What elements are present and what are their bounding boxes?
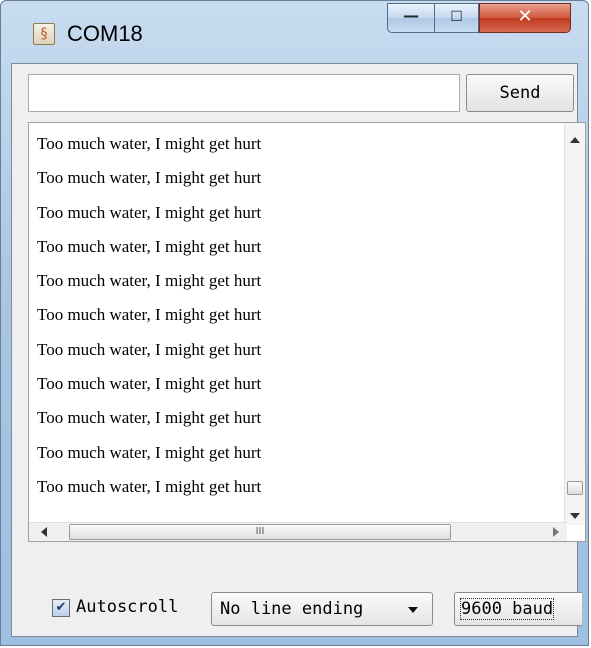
send-button[interactable]: Send (466, 74, 574, 112)
baud-rate-value: 9600 baud (459, 598, 555, 620)
output-line: Too much water, I might get hurt (37, 271, 262, 291)
scroll-right-arrow-icon[interactable] (553, 527, 559, 537)
autoscroll-label[interactable]: Autoscroll (76, 597, 178, 617)
close-button[interactable]: ✕ (479, 3, 571, 33)
serial-output[interactable]: Too much water, I might get hurt Too much… (28, 122, 586, 542)
serial-monitor-window: § COM18 — ☐ ✕ Send Too much water, I mig… (0, 0, 589, 646)
arduino-icon: § (33, 23, 55, 45)
output-line: Too much water, I might get hurt (37, 236, 262, 256)
footer-bar: ✔ Autoscroll No line ending 9600 baud (12, 586, 582, 632)
output-lines: Too much water, I might get hurt Too much… (37, 127, 261, 504)
output-line: Too much water, I might get hurt (37, 339, 262, 359)
maximize-button[interactable]: ☐ (435, 3, 479, 33)
scroll-left-arrow-icon[interactable] (41, 527, 47, 537)
title-bar[interactable]: § COM18 — ☐ ✕ (1, 1, 588, 61)
serial-monitor-panel: Send Too much water, I might get hurt Too… (11, 63, 586, 637)
output-line: Too much water, I might get hurt (37, 168, 262, 188)
line-ending-select[interactable]: No line ending (211, 592, 433, 626)
scroll-up-arrow-icon[interactable] (570, 137, 580, 143)
vertical-scrollbar[interactable] (564, 123, 585, 525)
line-ending-value: No line ending (220, 599, 364, 619)
vertical-scroll-thumb[interactable] (567, 481, 583, 495)
baud-rate-select[interactable]: 9600 baud (454, 592, 582, 626)
output-line: Too much water, I might get hurt (37, 374, 262, 394)
horizontal-scroll-thumb[interactable]: III (69, 524, 451, 540)
output-line: Too much water, I might get hurt (37, 134, 262, 153)
horizontal-scrollbar[interactable]: III (29, 522, 567, 541)
output-line: Too much water, I might get hurt (37, 305, 262, 325)
output-line: Too much water, I might get hurt (37, 408, 262, 428)
scroll-down-arrow-icon[interactable] (570, 513, 580, 519)
send-input[interactable] (28, 74, 460, 112)
minimize-button[interactable]: — (387, 3, 435, 33)
autoscroll-checkbox[interactable]: ✔ (52, 599, 70, 617)
output-line: Too much water, I might get hurt (37, 476, 262, 496)
output-line: Too much water, I might get hurt (37, 442, 262, 462)
output-line: Too much water, I might get hurt (37, 202, 262, 222)
chevron-down-icon (408, 607, 418, 613)
window-title: COM18 (67, 21, 143, 46)
